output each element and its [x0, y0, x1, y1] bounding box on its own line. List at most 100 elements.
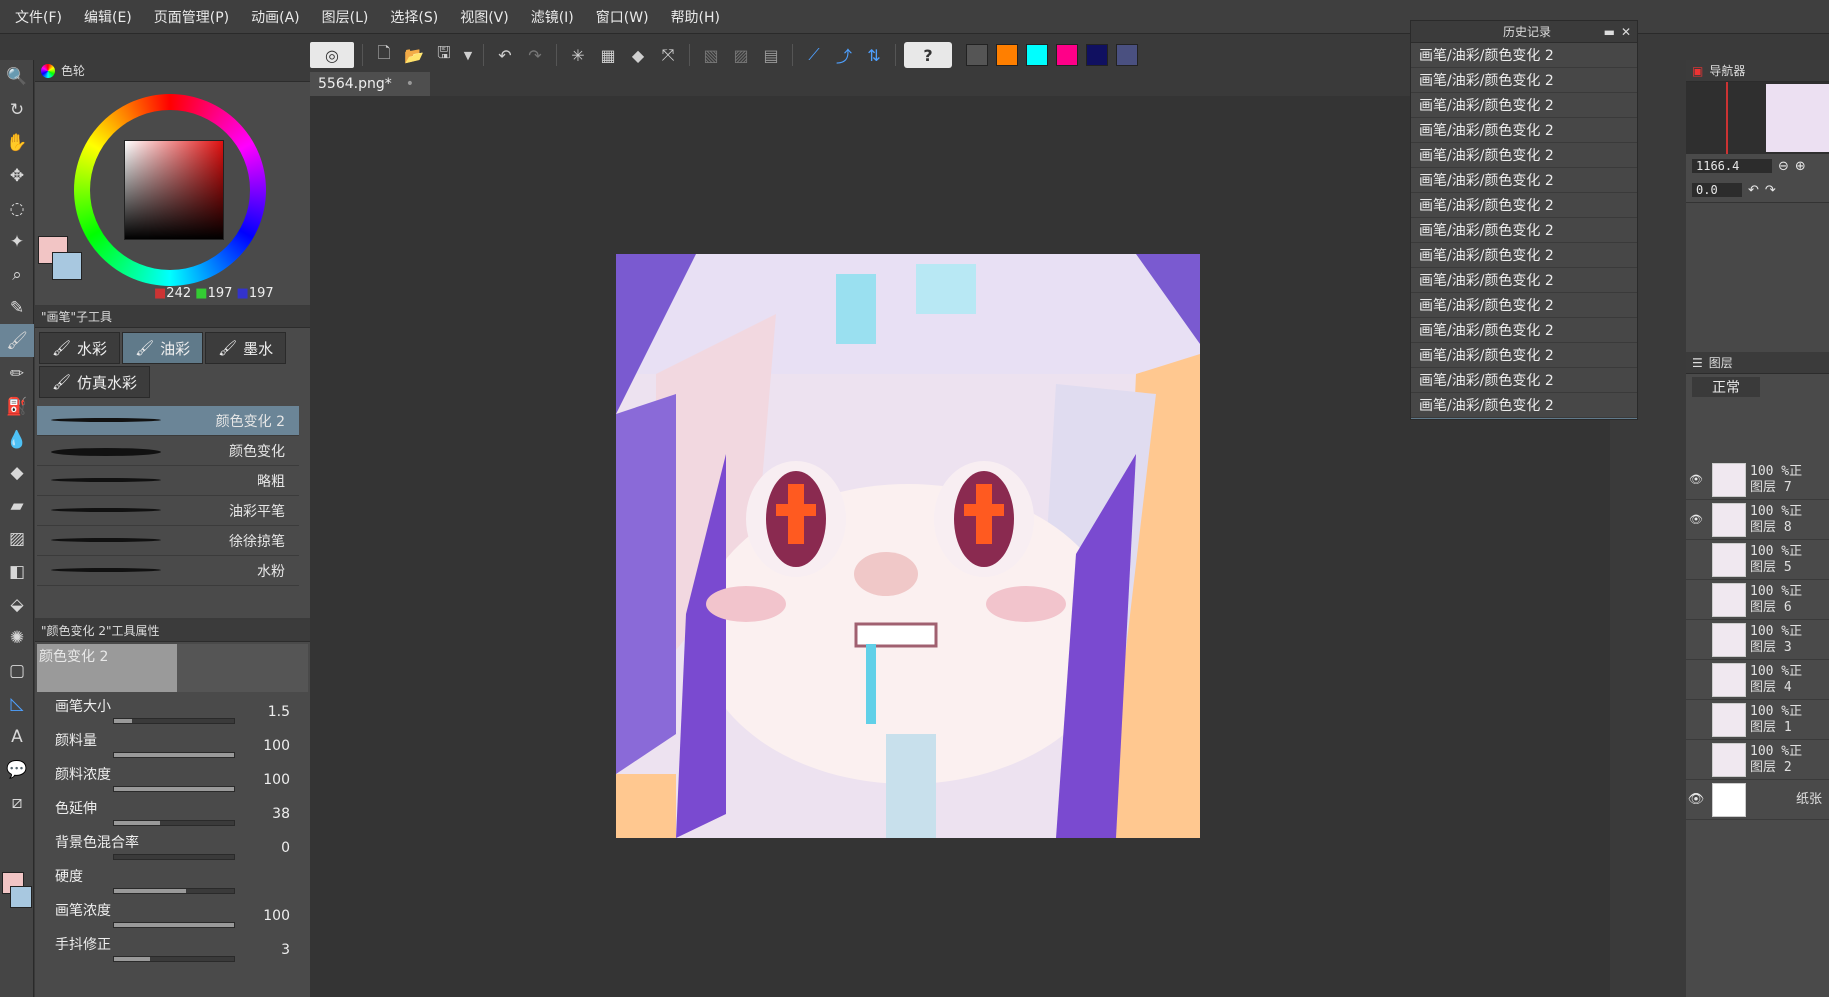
sub-color-box[interactable]	[52, 252, 82, 280]
brush-icon[interactable]: 🖌	[0, 324, 34, 357]
history-item[interactable]: 画笔/油彩/颜色变化 2	[1411, 43, 1637, 68]
brush-item[interactable]: 颜色变化	[37, 436, 299, 466]
frame-icon[interactable]: ▢	[0, 654, 34, 687]
eraser-icon[interactable]: ◆	[0, 456, 34, 489]
history-item[interactable]: 画笔/油彩/颜色变化 2	[1411, 93, 1637, 118]
snap-ruler-icon[interactable]: ⟋	[801, 42, 827, 68]
gradient-icon[interactable]: ▨	[0, 522, 34, 555]
correct-line-icon[interactable]: ⧄	[0, 786, 34, 819]
text-icon[interactable]: A	[0, 720, 34, 753]
minimize-icon[interactable]: ▬	[1604, 25, 1615, 39]
app-logo-button[interactable]: ◎	[310, 42, 354, 68]
paper-layer[interactable]: 👁 纸张	[1686, 780, 1829, 820]
snap-grid-icon[interactable]: ⇅	[861, 42, 887, 68]
pencil-icon[interactable]: ✏	[0, 357, 34, 390]
property-slider[interactable]	[113, 718, 235, 724]
navigator-preview[interactable]	[1686, 82, 1829, 154]
brush-item[interactable]: 颜色变化 2	[37, 406, 299, 436]
menu-item[interactable]: 编辑(E)	[73, 7, 143, 27]
property-value[interactable]: 38	[235, 806, 290, 822]
help-button[interactable]: ?	[904, 42, 952, 68]
pen-icon[interactable]: ✎	[0, 291, 34, 324]
save-icon[interactable]: 🖫	[431, 42, 457, 68]
layer-row[interactable]: 100 %正 图层 1	[1686, 700, 1829, 740]
rotate-icon[interactable]: ↻	[0, 93, 34, 126]
ruler-icon[interactable]: ▤	[758, 42, 784, 68]
color-swatch[interactable]	[1086, 44, 1108, 66]
history-item[interactable]: 画笔/油彩/颜色变化 2	[1411, 418, 1637, 419]
history-item[interactable]: 画笔/油彩/颜色变化 2	[1411, 393, 1637, 418]
snap-curve-icon[interactable]: ⤴	[831, 42, 857, 68]
eyedropper-icon[interactable]: ⌕	[0, 258, 34, 291]
saturation-square[interactable]	[124, 140, 224, 240]
lasso-icon[interactable]: ◌	[0, 192, 34, 225]
blend-mode-select[interactable]: 正常	[1692, 377, 1760, 397]
property-slider[interactable]	[113, 888, 235, 894]
hand-icon[interactable]: ✋	[0, 126, 34, 159]
history-item[interactable]: 画笔/油彩/颜色变化 2	[1411, 68, 1637, 93]
balloon-icon[interactable]: 💬	[0, 753, 34, 786]
subtool-tab[interactable]: 🖌 墨水	[205, 332, 287, 364]
blend-icon[interactable]: 💧	[0, 423, 34, 456]
color-swatch[interactable]	[1116, 44, 1138, 66]
layer-row[interactable]: 100 %正 图层 3	[1686, 620, 1829, 660]
decoration-icon[interactable]: ✺	[0, 621, 34, 654]
layer-row[interactable]: 👁 100 %正 图层 8	[1686, 500, 1829, 540]
property-value[interactable]: 100	[235, 738, 290, 754]
layer-row[interactable]: 100 %正 图层 5	[1686, 540, 1829, 580]
figure-icon[interactable]: ◧	[0, 555, 34, 588]
transform-icon[interactable]: ⤧	[655, 42, 681, 68]
menu-item[interactable]: 窗口(W)	[585, 7, 660, 27]
history-item[interactable]: 画笔/油彩/颜色变化 2	[1411, 368, 1637, 393]
color-swatch[interactable]	[1056, 44, 1078, 66]
property-row[interactable]: 背景色混合率 0	[35, 830, 310, 864]
eye-icon[interactable]: 👁	[1686, 473, 1706, 486]
rotate-left-icon[interactable]: ↶	[1748, 183, 1759, 198]
property-row[interactable]: 色延伸 38	[35, 796, 310, 830]
history-item[interactable]: 画笔/油彩/颜色变化 2	[1411, 143, 1637, 168]
layer-row[interactable]: 👁 100 %正 图层 7	[1686, 460, 1829, 500]
subtool-tab[interactable]: 🖌 水彩	[39, 332, 121, 364]
zoom-value[interactable]: 1166.4	[1692, 159, 1772, 173]
history-item[interactable]: 画笔/油彩/颜色变化 2	[1411, 168, 1637, 193]
preset-preview[interactable]: 颜色变化 2	[37, 644, 308, 692]
grid-alt-icon[interactable]: ▨	[728, 42, 754, 68]
artwork-canvas[interactable]	[616, 254, 1200, 838]
eye-icon[interactable]: 👁	[1686, 792, 1706, 807]
wand-icon[interactable]: ✦	[0, 225, 34, 258]
property-row[interactable]: 画笔大小 1.5	[35, 694, 310, 728]
property-slider[interactable]	[113, 922, 235, 928]
redo-icon[interactable]: ↷	[522, 42, 548, 68]
subtool-tab[interactable]: 🖌 仿真水彩	[39, 366, 151, 398]
property-row[interactable]: 颜料量 100	[35, 728, 310, 762]
menu-item[interactable]: 帮助(H)	[660, 7, 731, 27]
fill-icon[interactable]: ◆	[625, 42, 651, 68]
open-folder-icon[interactable]: 📂	[401, 42, 427, 68]
property-value[interactable]: 1.5	[235, 704, 290, 720]
layer-row[interactable]: 100 %正 图层 4	[1686, 660, 1829, 700]
property-value[interactable]: 100	[235, 772, 290, 788]
sub-color-mini[interactable]	[10, 886, 32, 908]
move-icon[interactable]: ✥	[0, 159, 34, 192]
new-file-icon[interactable]: 🗋	[371, 42, 397, 68]
history-item[interactable]: 画笔/油彩/颜色变化 2	[1411, 218, 1637, 243]
history-item[interactable]: 画笔/油彩/颜色变化 2	[1411, 268, 1637, 293]
menu-item[interactable]: 文件(F)	[4, 7, 73, 27]
airbrush-icon[interactable]: ⛽	[0, 390, 34, 423]
menu-item[interactable]: 滤镜(I)	[520, 7, 585, 27]
property-slider[interactable]	[113, 956, 235, 962]
history-item[interactable]: 画笔/油彩/颜色变化 2	[1411, 193, 1637, 218]
zoom-icon[interactable]: 🔍	[0, 60, 34, 93]
chevron-down-icon[interactable]: ▼	[461, 42, 475, 68]
color-swatch[interactable]	[996, 44, 1018, 66]
history-item[interactable]: 画笔/油彩/颜色变化 2	[1411, 293, 1637, 318]
angle-value[interactable]: 0.0	[1692, 183, 1742, 197]
property-slider[interactable]	[113, 786, 235, 792]
selection-icon[interactable]: ▦	[595, 42, 621, 68]
eye-icon[interactable]: 👁	[1686, 513, 1706, 526]
property-value[interactable]: 0	[235, 840, 290, 856]
ruler-tool-icon[interactable]: ◺	[0, 687, 34, 720]
menu-item[interactable]: 图层(L)	[311, 7, 380, 27]
layer-row[interactable]: 100 %正 图层 2	[1686, 740, 1829, 780]
subtool-tab[interactable]: 🖌 油彩	[122, 332, 204, 364]
